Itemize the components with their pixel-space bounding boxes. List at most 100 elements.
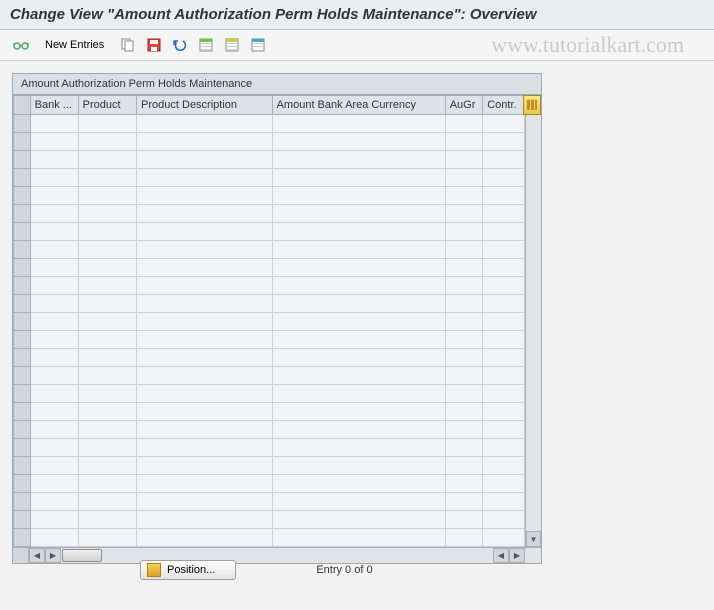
cell[interactable] <box>78 313 136 331</box>
cell[interactable] <box>137 259 273 277</box>
cell[interactable] <box>137 349 273 367</box>
cell[interactable] <box>483 511 525 529</box>
col-contr[interactable]: Contr. <box>483 96 525 115</box>
cell[interactable] <box>445 115 483 133</box>
cell[interactable] <box>78 295 136 313</box>
cell[interactable] <box>137 241 273 259</box>
cell[interactable] <box>272 439 445 457</box>
row-selector[interactable] <box>14 313 31 331</box>
cell[interactable] <box>137 151 273 169</box>
table-row[interactable] <box>14 223 525 241</box>
cell[interactable] <box>137 115 273 133</box>
cell[interactable] <box>137 313 273 331</box>
cell[interactable] <box>30 151 78 169</box>
cell[interactable] <box>483 205 525 223</box>
cell[interactable] <box>137 421 273 439</box>
scroll-down-button[interactable]: ▼ <box>526 531 541 547</box>
cell[interactable] <box>30 367 78 385</box>
cell[interactable] <box>445 241 483 259</box>
table-row[interactable] <box>14 457 525 475</box>
cell[interactable] <box>78 115 136 133</box>
col-bank[interactable]: Bank ... <box>30 96 78 115</box>
cell[interactable] <box>483 115 525 133</box>
cell[interactable] <box>30 115 78 133</box>
cell[interactable] <box>445 367 483 385</box>
table-row[interactable] <box>14 475 525 493</box>
cell[interactable] <box>137 475 273 493</box>
cell[interactable] <box>483 475 525 493</box>
cell[interactable] <box>483 439 525 457</box>
cell[interactable] <box>483 385 525 403</box>
row-selector[interactable] <box>14 151 31 169</box>
cell[interactable] <box>445 223 483 241</box>
cell[interactable] <box>137 493 273 511</box>
cell[interactable] <box>272 241 445 259</box>
cell[interactable] <box>483 403 525 421</box>
col-amount[interactable]: Amount Bank Area Currency <box>272 96 445 115</box>
cell[interactable] <box>272 475 445 493</box>
cell[interactable] <box>30 511 78 529</box>
cell[interactable] <box>483 169 525 187</box>
cell[interactable] <box>30 295 78 313</box>
cell[interactable] <box>30 493 78 511</box>
cell[interactable] <box>137 295 273 313</box>
cell[interactable] <box>445 331 483 349</box>
table-row[interactable] <box>14 403 525 421</box>
cell[interactable] <box>78 511 136 529</box>
cell[interactable] <box>137 223 273 241</box>
cell[interactable] <box>78 439 136 457</box>
cell[interactable] <box>137 205 273 223</box>
row-selector[interactable] <box>14 205 31 223</box>
table-row[interactable] <box>14 241 525 259</box>
table-row[interactable] <box>14 133 525 151</box>
cell[interactable] <box>30 475 78 493</box>
cell[interactable] <box>78 475 136 493</box>
cell[interactable] <box>483 493 525 511</box>
cell[interactable] <box>30 313 78 331</box>
table-row[interactable] <box>14 439 525 457</box>
cell[interactable] <box>137 529 273 547</box>
cell[interactable] <box>137 385 273 403</box>
table-row[interactable] <box>14 349 525 367</box>
select-all-header[interactable] <box>14 96 31 115</box>
row-selector[interactable] <box>14 493 31 511</box>
cell[interactable] <box>272 259 445 277</box>
row-selector[interactable] <box>14 223 31 241</box>
new-entries-button[interactable]: New Entries <box>36 36 113 54</box>
cell[interactable] <box>272 313 445 331</box>
cell[interactable] <box>445 385 483 403</box>
cell[interactable] <box>483 457 525 475</box>
cell[interactable] <box>78 367 136 385</box>
row-selector[interactable] <box>14 529 31 547</box>
cell[interactable] <box>78 187 136 205</box>
cell[interactable] <box>137 133 273 151</box>
cell[interactable] <box>78 205 136 223</box>
cell[interactable] <box>78 493 136 511</box>
cell[interactable] <box>445 313 483 331</box>
deselect-all-button[interactable] <box>221 34 243 56</box>
cell[interactable] <box>483 529 525 547</box>
table-row[interactable] <box>14 385 525 403</box>
cell[interactable] <box>137 457 273 475</box>
table-row[interactable] <box>14 529 525 547</box>
cell[interactable] <box>78 223 136 241</box>
row-selector[interactable] <box>14 439 31 457</box>
cell[interactable] <box>30 259 78 277</box>
cell[interactable] <box>272 331 445 349</box>
cell[interactable] <box>483 241 525 259</box>
cell[interactable] <box>483 277 525 295</box>
select-all-button[interactable] <box>195 34 217 56</box>
cell[interactable] <box>272 115 445 133</box>
table-row[interactable] <box>14 259 525 277</box>
cell[interactable] <box>445 457 483 475</box>
cell[interactable] <box>30 223 78 241</box>
cell[interactable] <box>483 295 525 313</box>
row-selector[interactable] <box>14 421 31 439</box>
cell[interactable] <box>272 151 445 169</box>
cell[interactable] <box>272 187 445 205</box>
row-selector[interactable] <box>14 277 31 295</box>
position-button[interactable]: Position... <box>140 560 236 580</box>
row-selector[interactable] <box>14 187 31 205</box>
row-selector[interactable] <box>14 115 31 133</box>
cell[interactable] <box>483 313 525 331</box>
